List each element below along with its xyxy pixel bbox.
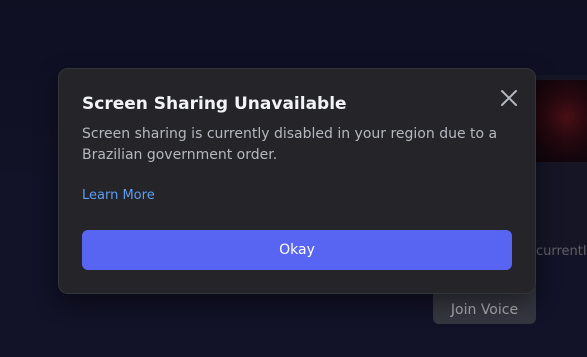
okay-button[interactable]: Okay — [82, 230, 512, 270]
close-button[interactable] — [497, 86, 521, 110]
screen-share-unavailable-dialog: Screen Sharing Unavailable Screen sharin… — [58, 68, 536, 294]
dialog-title: Screen Sharing Unavailable — [82, 94, 347, 114]
dialog-message: Screen sharing is currently disabled in … — [82, 126, 498, 163]
learn-more-link[interactable]: Learn More — [82, 188, 155, 203]
app-stage: currently Join Voice Screen Sharing Unav… — [0, 0, 587, 357]
close-icon — [501, 90, 517, 106]
